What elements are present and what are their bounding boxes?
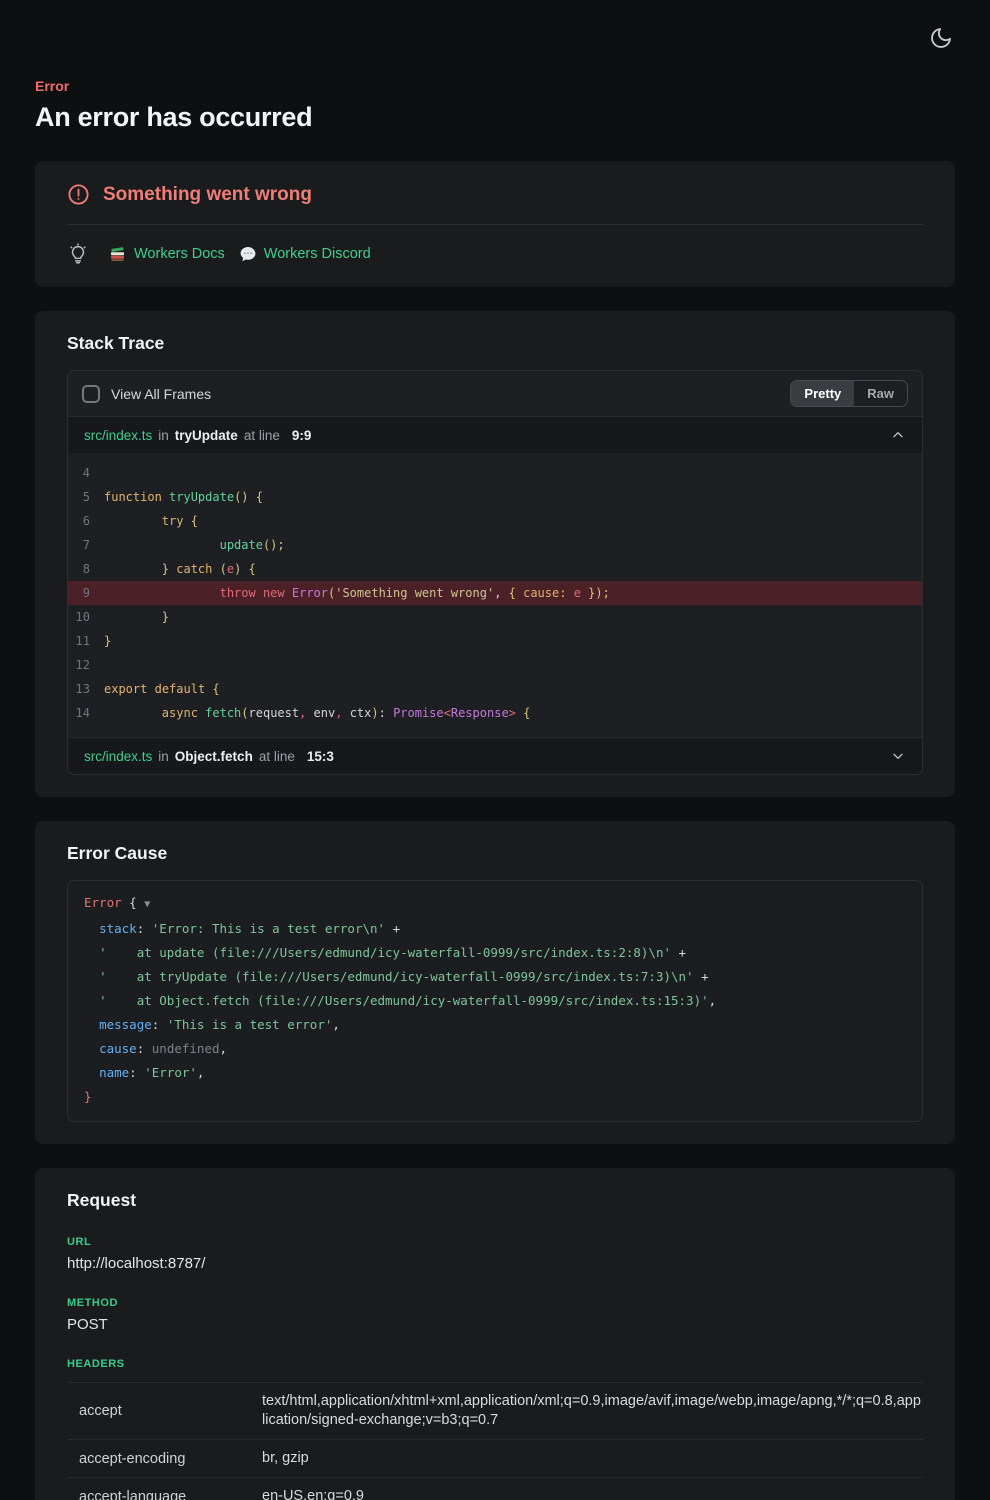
code-line: 14 async fetch(request, env, ctx): Promi… [68,701,922,725]
request-title: Request [67,1190,923,1211]
header-name: accept-language [79,1489,262,1500]
pretty-tab[interactable]: Pretty [791,381,854,406]
code-line: 11} [68,629,922,653]
workers-docs-link[interactable]: Workers Docs [109,245,225,263]
workers-discord-link[interactable]: Workers Discord [239,245,371,263]
stack-trace-title: Stack Trace [67,333,923,354]
divider [67,224,923,225]
header-value: text/html,application/xhtml+xml,applicat… [262,1392,923,1430]
headers-table: accepttext/html,application/xhtml+xml,ap… [67,1382,923,1500]
page-header: Error An error has occurred [35,78,954,133]
code-line: 12 [68,653,922,677]
chevron-up-icon[interactable] [890,427,906,443]
line-number: 7 [68,533,104,557]
view-all-frames-label: View All Frames [111,386,211,402]
frame-in-word: in [158,428,169,443]
url-value: http://localhost:8787/ [67,1255,923,1272]
error-cause-line: ' at tryUpdate (file:///Users/edmund/icy… [84,965,906,989]
theme-toggle-button[interactable] [928,26,954,52]
error-cause-line: ' at Object.fetch (file:///Users/edmund/… [84,989,906,1013]
frame-file-name: src/index.ts [84,428,152,443]
code-line: 8 } catch (e) { [68,557,922,581]
source-code-block: 45function tryUpdate() {6 try {7 update(… [68,453,922,737]
stack-frame-header-2[interactable]: src/index.ts in Object.fetch at line 15:… [68,737,922,774]
stack-trace-panel: View All Frames Pretty Raw src/index.ts … [67,370,923,775]
stack-frame-header-1[interactable]: src/index.ts in tryUpdate at line 9:9 [68,416,922,453]
stack-trace-toolbar: View All Frames Pretty Raw [68,371,922,416]
line-number: 10 [68,605,104,629]
frame-function-name: Object.fetch [175,749,253,764]
error-cause-block: Error { ▼ stack: 'Error: This is a test … [67,880,923,1122]
header-value: en-US,en;q=0.9 [262,1487,923,1500]
line-number: 8 [68,557,104,581]
error-cause-line: cause: undefined, [84,1037,906,1061]
error-cause-line: ' at update (file:///Users/edmund/icy-wa… [84,941,906,965]
topbar [0,0,990,52]
collapse-toggle-icon[interactable]: ▼ [144,899,150,910]
line-number: 13 [68,677,104,701]
line-number: 14 [68,701,104,725]
workers-discord-label: Workers Discord [264,246,371,262]
header-name: accept [79,1403,262,1419]
header-row: accept-encodingbr, gzip [67,1440,923,1478]
url-label: URL [67,1236,923,1248]
error-cause-line: message: 'This is a test error', [84,1013,906,1037]
format-toggle: Pretty Raw [790,380,908,407]
frame-line-number: 9:9 [292,428,312,443]
workers-docs-label: Workers Docs [134,246,225,262]
speech-balloon-icon [239,245,257,263]
line-number: 5 [68,485,104,509]
raw-tab[interactable]: Raw [854,381,907,406]
lightbulb-icon [67,243,89,265]
checkbox-box[interactable] [82,385,100,403]
header-value: br, gzip [262,1449,923,1468]
line-number: 9 [68,581,104,605]
code-line: 4 [68,461,922,485]
moon-icon [929,38,953,53]
headers-label: HEADERS [67,1358,923,1370]
frame-at-word: at line [259,749,295,764]
error-message-title: Something went wrong [103,184,312,206]
line-number: 11 [68,629,104,653]
line-number: 6 [68,509,104,533]
frame-file-name: src/index.ts [84,749,152,764]
code-line: 5function tryUpdate() { [68,485,922,509]
line-number: 12 [68,653,104,677]
stack-trace-card: Stack Trace View All Frames Pretty Raw s… [35,311,955,797]
request-card: Request URL http://localhost:8787/ METHO… [35,1168,955,1500]
error-cause-title: Error Cause [67,843,923,864]
frame-at-word: at line [244,428,280,443]
error-cause-line: name: 'Error', [84,1061,906,1085]
code-line: 7 update(); [68,533,922,557]
header-name: accept-encoding [79,1451,262,1467]
error-cause-card: Error Cause Error { ▼ stack: 'Error: Thi… [35,821,955,1144]
error-cause-line: stack: 'Error: This is a test error\n' + [84,917,906,941]
code-line: 13export default { [68,677,922,701]
error-cause-line: } [84,1085,906,1109]
method-label: METHOD [67,1297,923,1309]
header-row: accept-languageen-US,en;q=0.9 [67,1478,923,1500]
page-title: An error has occurred [35,102,954,133]
method-value: POST [67,1316,923,1333]
code-line: 10 } [68,605,922,629]
line-number: 4 [68,461,104,485]
frame-function-name: tryUpdate [175,428,238,443]
error-cause-line: Error { ▼ [84,891,906,917]
error-summary-card: Something went wrong Workers Docs Worker… [35,161,955,287]
header-row: accepttext/html,application/xhtml+xml,ap… [67,1383,923,1440]
code-line: 6 try { [68,509,922,533]
chevron-down-icon[interactable] [890,748,906,764]
error-eyebrow: Error [35,78,954,94]
warning-circle-icon [67,183,90,206]
frame-in-word: in [158,749,169,764]
books-icon [109,245,127,263]
view-all-frames-checkbox[interactable]: View All Frames [82,385,211,403]
frame-line-number: 15:3 [307,749,334,764]
highlighted-code-line: 9 throw new Error('Something went wrong'… [68,581,922,605]
